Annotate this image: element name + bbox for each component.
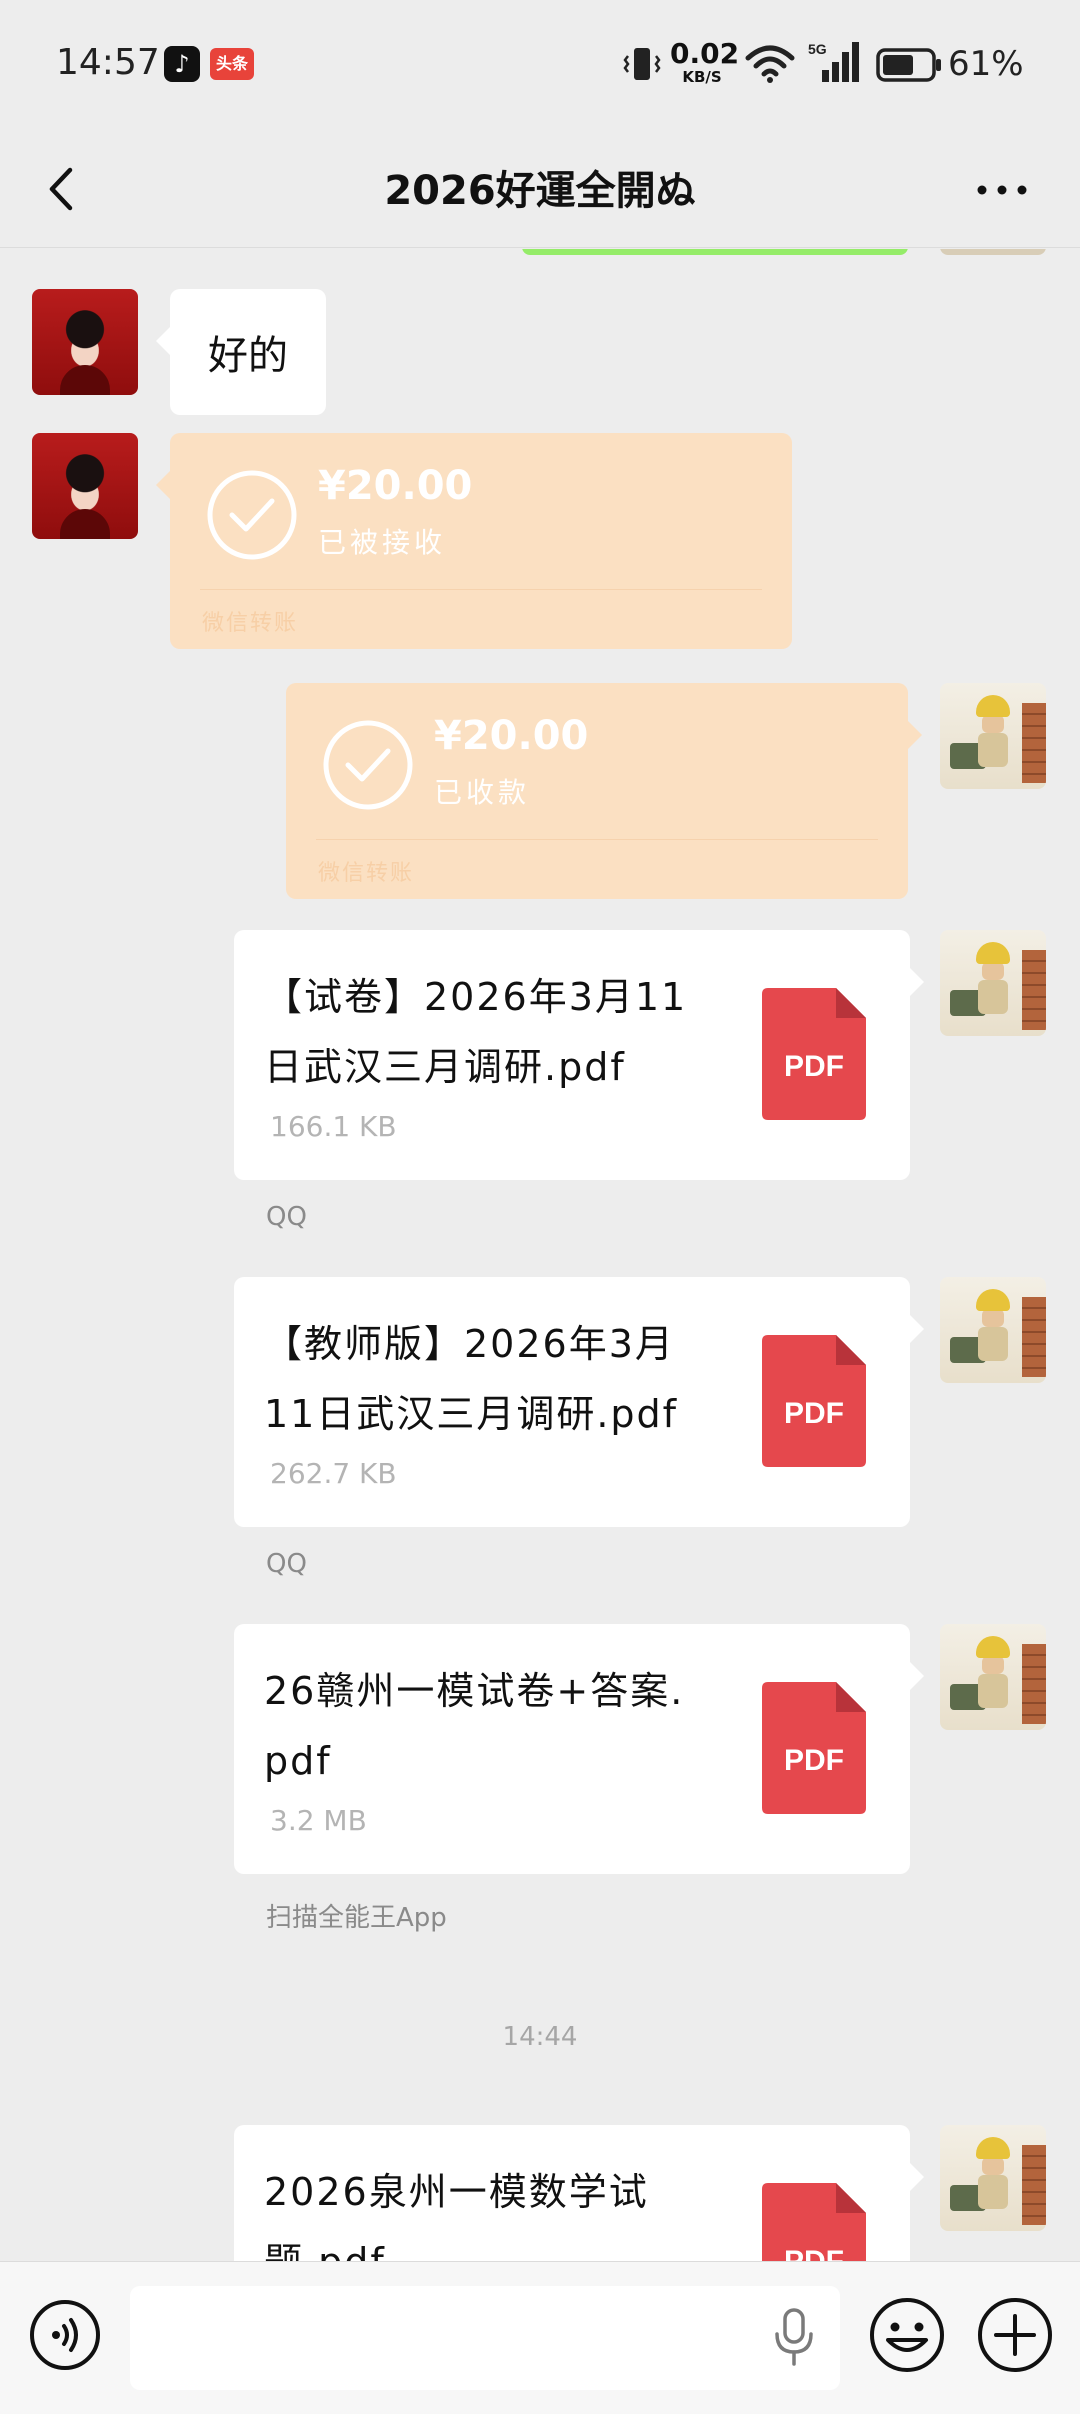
file-source: QQ (266, 1202, 307, 1232)
status-bar: 14:57 ♪ 头条 0.02 KB/S 5G 61% (0, 0, 1080, 130)
pdf-file-icon: PDF (762, 1682, 866, 1814)
message-input[interactable] (130, 2286, 840, 2390)
contact-avatar[interactable] (32, 433, 138, 539)
transfer-card-collected[interactable]: ¥20.00 已收款 微信转账 (286, 683, 922, 899)
file-message-card[interactable]: 【试卷】2026年3月11日武汉三月调研.pdf 166.1 KB PDF (234, 930, 924, 1180)
pdf-file-icon: PDF (762, 1335, 866, 1467)
transfer-footer: 微信转账 (318, 861, 415, 886)
pdf-file-icon: PDF (762, 2183, 866, 2261)
message-list[interactable]: 好的 ¥20.00 已被接收 微信转账 ¥20.00 已收款 微信转账 【试卷】… (0, 249, 1080, 2261)
pdf-label: PDF (784, 2245, 844, 2261)
status-time: 14:57 (56, 42, 160, 83)
my-avatar[interactable] (940, 930, 1046, 1036)
my-avatar[interactable] (940, 1624, 1046, 1730)
chat-title: 2026好運全開ぬ (384, 168, 696, 214)
divider (200, 589, 762, 590)
file-message-card[interactable]: 26赣州一模试卷+答案.pdf 3.2 MB PDF (234, 1624, 924, 1874)
transfer-state: 已收款 (434, 776, 531, 809)
text-message-bubble[interactable]: 好的 (156, 289, 326, 415)
file-source: 扫描全能王App (266, 1903, 447, 1933)
file-size: 166.1 KB (270, 1110, 397, 1143)
pdf-label: PDF (784, 1397, 844, 1430)
transfer-amount: ¥20.00 (434, 713, 589, 759)
emoji-icon[interactable] (868, 2296, 946, 2374)
file-message-card[interactable]: 【教师版】2026年3月11日武汉三月调研.pdf 262.7 KB PDF (234, 1277, 924, 1527)
my-avatar[interactable] (940, 2125, 1046, 2231)
file-name: 【教师版】2026年3月11日武汉三月调研.pdf (264, 1322, 679, 1436)
file-message-card[interactable]: 2026泉州一模数学试题.pdf PDF (234, 2125, 924, 2261)
my-avatar[interactable] (940, 683, 1046, 789)
input-bar (0, 2261, 1080, 2414)
contact-avatar[interactable] (32, 289, 138, 395)
pdf-label: PDF (784, 1050, 844, 1083)
file-name: 26赣州一模试卷+答案.pdf (264, 1669, 685, 1783)
previous-message-bubble[interactable] (522, 249, 908, 255)
my-avatar[interactable] (940, 1277, 1046, 1383)
toutiao-icon: 头条 (210, 48, 254, 80)
transfer-state: 已被接收 (318, 526, 447, 559)
pdf-file-icon: PDF (762, 988, 866, 1120)
previous-avatar[interactable] (940, 249, 1046, 255)
pdf-label: PDF (784, 1744, 844, 1777)
voice-icon[interactable] (28, 2298, 102, 2372)
divider (316, 839, 878, 840)
battery-percent: 61% (948, 44, 1024, 84)
signal-5g-icon: 5G (808, 41, 859, 82)
network-type-label: 5G (808, 41, 827, 57)
battery-icon (876, 48, 941, 82)
file-size: 262.7 KB (270, 1457, 397, 1490)
transfer-card-received[interactable]: ¥20.00 已被接收 微信转账 (156, 433, 792, 649)
transfer-footer: 微信转账 (202, 611, 299, 636)
plus-icon[interactable] (976, 2296, 1054, 2374)
check-circle-icon (323, 720, 413, 810)
net-speed-unit: KB/S (682, 68, 722, 86)
chevron-left-icon[interactable] (38, 162, 88, 216)
time-divider: 14:44 (502, 2022, 578, 2052)
file-name: 2026泉州一模数学试题.pdf (264, 2170, 649, 2261)
douyin-icon: ♪ (164, 46, 200, 82)
file-size: 3.2 MB (270, 1804, 367, 1837)
vibrate-icon (623, 48, 661, 80)
more-horizontal-icon[interactable] (972, 170, 1032, 210)
chat-header: 2026好運全開ぬ (0, 130, 1080, 248)
net-speed-value: 0.02 (670, 37, 740, 70)
net-speed: 0.02 KB/S (670, 37, 740, 86)
file-name: 【试卷】2026年3月11日武汉三月调研.pdf (264, 975, 688, 1089)
wifi-icon (745, 45, 795, 83)
check-circle-icon (207, 470, 297, 560)
file-source: QQ (266, 1549, 307, 1579)
microphone-icon[interactable] (772, 2306, 816, 2368)
transfer-amount: ¥20.00 (318, 463, 473, 509)
